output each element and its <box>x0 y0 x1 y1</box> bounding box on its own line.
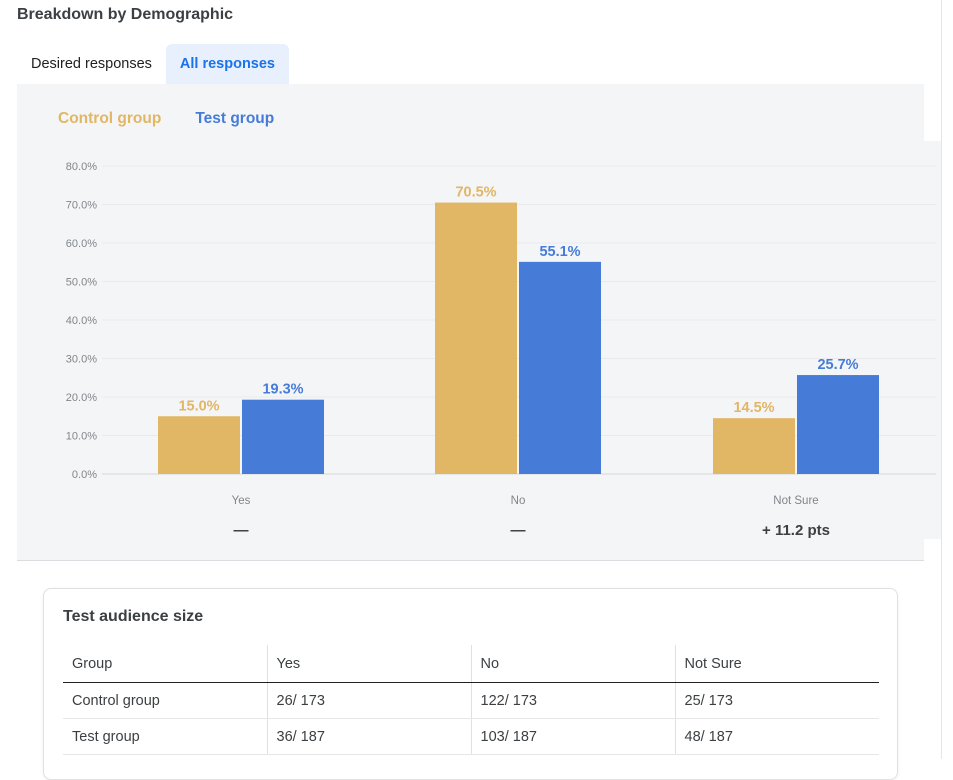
y-tick-label: 0.0% <box>72 469 97 481</box>
delta-yes: — <box>233 522 249 539</box>
y-tick-label: 30.0% <box>66 354 97 366</box>
table-cell: 103/ 187 <box>470 718 675 755</box>
table-row: Test group 36/ 187 103/ 187 48/ 187 <box>63 718 879 755</box>
table-row: Control group 26/ 173 122/ 173 25/ 173 <box>63 682 879 719</box>
y-tick-label: 60.0% <box>66 238 97 250</box>
table-cell: 26/ 173 <box>266 682 471 719</box>
table-cell: Test group <box>63 718 267 755</box>
delta-not-sure: + 11.2 pts <box>762 522 830 539</box>
y-tick-label: 70.0% <box>66 200 97 212</box>
audience-size-card: Test audience size Group Yes No Not Sure… <box>43 588 898 780</box>
column-header: Not Sure <box>674 645 879 683</box>
column-header: Yes <box>266 645 471 683</box>
data-label: 70.5% <box>455 185 496 201</box>
table-cell: 25/ 173 <box>674 682 879 719</box>
delta-no: — <box>510 522 526 539</box>
column-header: No <box>470 645 675 683</box>
data-label: 25.7% <box>817 357 858 373</box>
data-label: 15.0% <box>178 398 219 414</box>
data-label: 19.3% <box>262 382 303 398</box>
bar-control <box>435 202 517 474</box>
x-tick-label: Yes <box>232 495 251 507</box>
bar-test <box>797 375 879 474</box>
y-tick-label: 50.0% <box>66 277 97 289</box>
bar-control <box>158 416 240 474</box>
audience-size-title: Test audience size <box>63 608 204 625</box>
table-cell: Control group <box>63 682 267 719</box>
chart-panel-divider <box>17 560 924 561</box>
bar-test <box>519 261 601 474</box>
table-header-row: Group Yes No Not Sure <box>63 645 879 683</box>
y-tick-label: 40.0% <box>66 315 97 327</box>
table-cell: 48/ 187 <box>674 718 879 755</box>
bar-test <box>242 399 324 474</box>
data-label: 14.5% <box>733 400 774 416</box>
data-label: 55.1% <box>539 244 580 260</box>
audience-size-table: Group Yes No Not Sure Control group 26/ … <box>63 645 879 755</box>
x-tick-label: No <box>511 495 526 507</box>
y-tick-label: 20.0% <box>66 392 97 404</box>
table-cell: 122/ 173 <box>470 682 675 719</box>
bar-chart: 0.0% 10.0% 20.0% 30.0% 40.0% 50.0% 60.0% 70.0% 8… <box>66 161 936 507</box>
table-cell: 36/ 187 <box>266 718 471 755</box>
x-tick-label: Not Sure <box>773 495 818 507</box>
y-tick-label: 80.0% <box>66 161 97 173</box>
bar-control <box>713 418 795 474</box>
column-header: Group <box>63 645 267 683</box>
y-tick-label: 10.0% <box>66 431 97 443</box>
